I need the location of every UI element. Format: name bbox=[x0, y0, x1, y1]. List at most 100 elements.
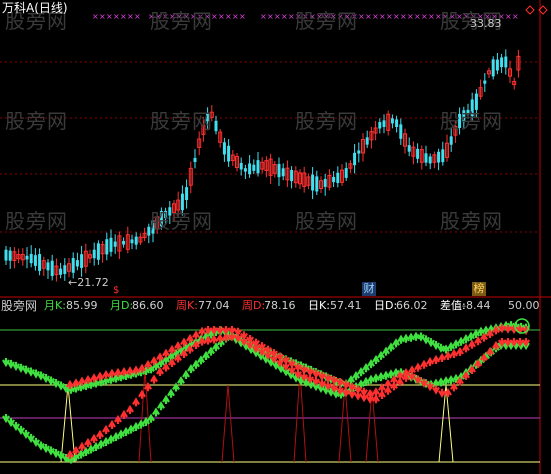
month-arrow bbox=[182, 369, 190, 379]
week-arrow bbox=[162, 362, 170, 372]
x-marker: × bbox=[260, 12, 267, 21]
candle-body bbox=[323, 178, 327, 187]
x-marker: × bbox=[232, 12, 239, 21]
month-arrow bbox=[202, 350, 210, 360]
x-marker: × bbox=[414, 12, 421, 21]
candle-body bbox=[407, 145, 411, 152]
month-arrow bbox=[162, 394, 170, 404]
candle-body bbox=[92, 249, 96, 259]
week-arrow bbox=[102, 369, 110, 380]
candle-body bbox=[29, 253, 33, 264]
month-arrow bbox=[172, 382, 180, 392]
readout-key: 日K: bbox=[308, 299, 330, 312]
x-marker: × bbox=[512, 12, 519, 21]
financial-report-badge[interactable]: 财 bbox=[362, 282, 376, 296]
indicator-name[interactable]: 股旁网 bbox=[1, 299, 37, 313]
candle-body bbox=[315, 176, 319, 192]
candle-body bbox=[63, 265, 67, 274]
candle-body bbox=[336, 172, 340, 184]
month-arrow bbox=[367, 359, 375, 369]
candle-body bbox=[504, 56, 508, 68]
week-arrow bbox=[72, 378, 80, 388]
x-marker: × bbox=[134, 12, 141, 21]
x-marker: × bbox=[379, 12, 386, 21]
week-arrow bbox=[450, 348, 458, 358]
readout-value: 78.16 bbox=[264, 299, 296, 312]
readout-key: 日D: bbox=[374, 299, 398, 312]
x-marker: × bbox=[239, 12, 246, 21]
week-arrow bbox=[354, 391, 362, 401]
candle-body bbox=[428, 156, 432, 164]
week-arrow bbox=[456, 346, 464, 356]
month-arrow bbox=[377, 350, 385, 360]
week-arrow bbox=[468, 339, 476, 349]
week-arrow bbox=[78, 441, 86, 451]
watermark: 股旁网 bbox=[5, 109, 68, 133]
candle-body bbox=[193, 157, 197, 163]
ranking-badge[interactable]: 榜 bbox=[472, 282, 486, 296]
watermark: 股旁网 bbox=[295, 9, 358, 33]
indicator-scale-label: 50.00 bbox=[508, 299, 540, 312]
candle-body bbox=[483, 80, 487, 84]
watermark: 股旁网 bbox=[5, 209, 68, 233]
week-arrow bbox=[414, 362, 422, 372]
x-marker: × bbox=[372, 12, 379, 21]
candle-body bbox=[25, 255, 29, 260]
week-arrow bbox=[420, 359, 428, 369]
week-arrow bbox=[192, 330, 200, 340]
month-arrow bbox=[187, 363, 195, 374]
readout-key: 月D: bbox=[110, 299, 134, 312]
week-arrow bbox=[96, 429, 104, 439]
candle-body bbox=[449, 136, 453, 145]
watermark: 股旁网 bbox=[150, 209, 213, 233]
x-marker: × bbox=[386, 12, 393, 21]
month-arrow bbox=[157, 401, 165, 411]
x-marker: × bbox=[106, 12, 113, 21]
readout-key: 周K: bbox=[176, 299, 198, 312]
x-marker: × bbox=[288, 12, 295, 21]
candle-body bbox=[59, 268, 63, 275]
candle-body bbox=[248, 163, 252, 175]
candle-body bbox=[50, 260, 54, 277]
candle-body bbox=[378, 122, 382, 129]
x-marker: × bbox=[113, 12, 120, 21]
candle-body bbox=[437, 151, 441, 163]
candle-body bbox=[357, 150, 361, 154]
candle-body bbox=[105, 239, 109, 255]
candle-body bbox=[80, 254, 84, 268]
candle-body bbox=[395, 119, 399, 127]
week-arrow bbox=[132, 397, 140, 407]
candle-body bbox=[109, 237, 113, 252]
x-marker: × bbox=[92, 12, 99, 21]
x-marker: × bbox=[274, 12, 281, 21]
x-marker: × bbox=[225, 12, 232, 21]
dividend-marker[interactable]: $ bbox=[113, 284, 119, 298]
week-arrow bbox=[126, 404, 134, 414]
candle-body bbox=[4, 249, 8, 261]
candle-body bbox=[222, 142, 226, 155]
month-arrow bbox=[167, 388, 175, 398]
week-arrow bbox=[474, 336, 482, 346]
chart-title[interactable]: 万科A(日线) bbox=[2, 1, 68, 15]
month-arrow bbox=[197, 355, 205, 365]
x-marker: × bbox=[127, 12, 134, 21]
readout-value: 66.02 bbox=[396, 299, 428, 312]
candle-body bbox=[311, 174, 315, 191]
candlestick-series bbox=[4, 49, 521, 282]
chart-canvas[interactable]: × × × × × × × × × × × × × × × × × × × × × × × × × × × × × × × × × × × × × × × ×… bbox=[0, 0, 551, 474]
readout-value: -8.44 bbox=[462, 299, 491, 312]
watermark: 股旁网 bbox=[295, 109, 358, 133]
month-arrow bbox=[207, 346, 215, 356]
candle-body bbox=[353, 152, 357, 166]
x-marker: × bbox=[407, 12, 414, 21]
candle-body bbox=[500, 57, 504, 68]
week-arrow bbox=[138, 389, 146, 399]
month-arrow bbox=[152, 407, 160, 417]
candle-body bbox=[365, 137, 369, 145]
candle-body bbox=[227, 145, 231, 162]
week-arrow bbox=[390, 381, 398, 391]
week-arrow bbox=[150, 374, 158, 384]
readout-value: 86.60 bbox=[132, 299, 164, 312]
week-arrow bbox=[384, 385, 392, 395]
week-arrow bbox=[156, 366, 164, 376]
